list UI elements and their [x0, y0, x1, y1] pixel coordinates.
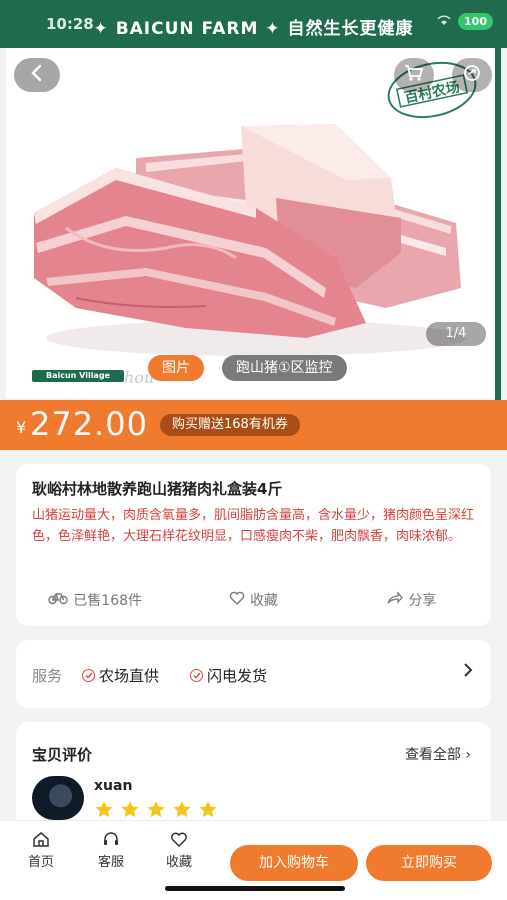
star-icon [95, 801, 113, 818]
buy-now-button[interactable]: 立即购买 [366, 845, 492, 881]
star-icon [121, 801, 139, 818]
village-logo: Baicun Village [32, 370, 124, 382]
star-icon [173, 801, 191, 818]
chevron-right-icon [463, 662, 473, 683]
service-item-label: 闪电发货 [207, 667, 268, 685]
nav-favorite-label: 收藏 [165, 855, 192, 870]
cart-button[interactable] [394, 58, 434, 92]
check-circle-icon [190, 669, 203, 682]
price-bar: ¥ 272.00 购买赠送168有机券 [0, 400, 507, 450]
service-card[interactable]: 服务 农场直供 闪电发货 [16, 640, 491, 708]
product-info-card: 耿峪村林地散养跑山猪猪肉礼盒装4斤 山猪运动量大，肉质含氧量多，肌间脂肪含量高，… [16, 464, 491, 626]
add-to-cart-button[interactable]: 加入购物车 [230, 845, 358, 881]
reviewer-avatar [32, 776, 84, 820]
nav-service-label: 客服 [97, 855, 124, 870]
product-stats: 已售168件 收藏 分享 [16, 588, 491, 612]
star-icon [199, 801, 217, 818]
nav-home-label: 首页 [27, 855, 54, 870]
heart-icon [229, 591, 245, 609]
nav-favorite[interactable]: 收藏 [154, 831, 204, 870]
share-top-button[interactable] [452, 58, 492, 92]
rating-stars [94, 800, 218, 819]
back-button[interactable] [14, 58, 60, 92]
tab-live-monitor[interactable]: 跑山猪①区监控 [222, 355, 347, 381]
sold-text: 已售168件 [73, 593, 143, 609]
favorite-text: 收藏 [249, 593, 278, 609]
home-icon [33, 832, 49, 847]
sold-count: 已售168件 [16, 588, 174, 612]
product-description: 山猪运动量大，肉质含氧量多，肌间脂肪含量高，含水量少，猪肉颜色呈深红色，色泽鲜艳… [32, 508, 475, 544]
chevron-left-icon [30, 63, 44, 88]
service-farm-direct: 农场直供 [82, 665, 159, 686]
check-circle-icon [82, 669, 95, 682]
bicycle-icon [48, 591, 68, 609]
service-item-label: 农场直供 [99, 667, 160, 685]
cart-icon [404, 64, 424, 86]
share-text: 分享 [408, 593, 437, 609]
service-label: 服务 [32, 667, 63, 685]
view-all-reviews-link[interactable]: 查看全部 › [405, 744, 471, 764]
price-amount: 272.00 [30, 405, 148, 443]
tab-photos[interactable]: 图片 [148, 355, 204, 381]
favorite-stat[interactable]: 收藏 [174, 588, 332, 612]
nav-customer-service[interactable]: 客服 [86, 831, 136, 870]
product-title: 耿峪村林地散养跑山猪猪肉礼盒装4斤 [32, 480, 283, 498]
heart-icon [171, 832, 187, 848]
image-counter: 1/4 [426, 322, 486, 346]
home-indicator [165, 886, 345, 891]
share-icon [463, 64, 481, 86]
nav-home[interactable]: 首页 [16, 831, 66, 870]
reviewer-name: xuan [94, 778, 133, 794]
share-arrow-icon [387, 591, 404, 609]
currency-symbol: ¥ [16, 418, 27, 437]
star-icon [147, 801, 165, 818]
coupon-badge: 购买赠送168有机券 [160, 414, 300, 436]
service-fast-shipping: 闪电发货 [190, 665, 267, 686]
review-title: 宝贝评价 [32, 746, 93, 764]
share-stat[interactable]: 分享 [333, 588, 491, 612]
headset-icon [104, 832, 118, 845]
